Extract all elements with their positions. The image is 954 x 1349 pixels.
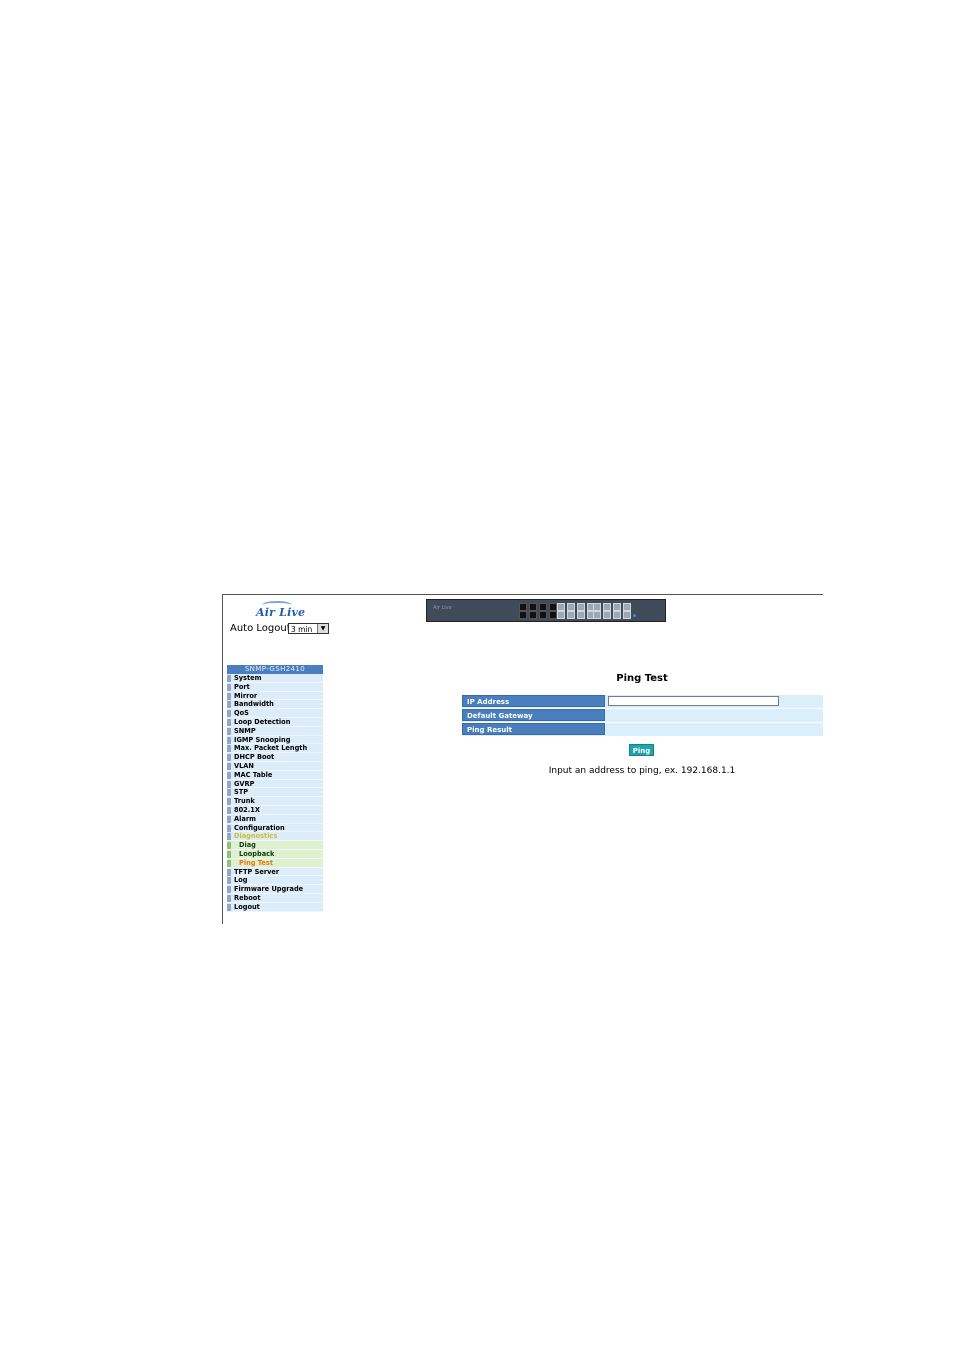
page-title: Ping Test [616,673,668,684]
port-icon[interactable] [567,611,575,619]
port-icon[interactable] [539,611,547,619]
port-icon[interactable] [613,611,621,619]
menu-item-stp[interactable]: STP [227,788,323,798]
switch-front-panel-image: Air Live [426,599,666,622]
menu-item-dhcp-boot[interactable]: DHCP Boot [227,753,323,762]
port-icon[interactable] [613,603,621,611]
device-brand-label: Air Live [433,605,452,611]
menu-item-gvrp[interactable]: GVRP [227,779,323,789]
menu-item-configuration[interactable]: Configuration [227,823,323,833]
ping-hint-text: Input an address to ping, ex. 192.168.1.… [548,766,736,776]
menu-item-snmp[interactable]: SNMP [227,726,323,736]
top-border [222,594,823,595]
port-icon[interactable] [567,603,575,611]
logo-swoosh-icon [262,601,292,609]
airlive-logo: Air Live [256,601,305,619]
menu-item-max-packet-length[interactable]: Max. Packet Length [227,744,323,754]
port-icon[interactable] [593,603,601,611]
menu-item-firmware-upgrade[interactable]: Firmware Upgrade [227,885,323,894]
port-icon[interactable] [519,603,527,611]
default-gateway-row: Default Gateway [462,709,823,723]
default-gateway-label: Default Gateway [462,709,605,721]
port-icon[interactable] [623,611,631,619]
menu-item-8021x[interactable]: 802.1X [227,805,323,815]
port-icon[interactable] [603,611,611,619]
port-icon[interactable] [577,611,585,619]
menu-item-trunk[interactable]: Trunk [227,797,323,806]
menu-item-tftp-server[interactable]: TFTP Server [227,867,323,877]
menu-item-igmp-snooping[interactable]: IGMP Snooping [227,735,323,745]
menu-subitem-loopback[interactable]: Loopback [227,849,323,859]
port-icon[interactable] [549,603,557,611]
port-icon[interactable] [593,611,601,619]
port-group-4 [557,611,595,626]
auto-logout-label: Auto Logout [230,623,291,634]
port-icon[interactable] [557,603,565,611]
ip-address-input[interactable] [608,696,779,706]
ip-address-row: IP Address [462,695,823,709]
left-border [222,594,223,924]
menu-item-log[interactable]: Log [227,876,323,886]
menu-item-reboot[interactable]: Reboot [227,893,323,903]
menu-item-alarm[interactable]: Alarm [227,814,323,824]
port-group-2 [519,611,557,626]
ip-address-label: IP Address [462,695,605,707]
menu-subitem-ping-test[interactable]: Ping Test [227,858,323,868]
port-icon[interactable] [623,603,631,611]
menu-item-logout[interactable]: Logout [227,902,323,912]
port-icon[interactable] [557,611,565,619]
port-icon[interactable] [519,611,527,619]
menu-item-diagnostics[interactable]: Diagnostics [227,832,323,842]
auto-logout-value: 3 min [291,625,313,634]
menu-item-qos[interactable]: QoS [227,709,323,718]
menu-subitem-diag[interactable]: Diag [227,841,323,850]
menu-item-bandwidth[interactable]: Bandwidth [227,700,323,710]
status-led-icon [633,614,636,617]
port-group-6 [593,611,631,626]
ping-form: IP Address Default Gateway Ping Result [462,695,823,737]
ping-result-label: Ping Result [462,723,605,735]
port-icon[interactable] [539,603,547,611]
port-icon[interactable] [529,611,537,619]
port-icon[interactable] [529,603,537,611]
port-icon[interactable] [603,603,611,611]
menu-item-mirror[interactable]: Mirror [227,691,323,701]
ping-button[interactable]: Ping [629,744,654,756]
menu-item-port[interactable]: Port [227,682,323,692]
menu-item-loop-detection[interactable]: Loop Detection [227,717,323,727]
port-icon[interactable] [549,611,557,619]
auto-logout-select[interactable]: 3 min ▼ [288,623,329,634]
web-ui-screenshot: Air Live Auto Logout 3 min ▼ Air Live SN… [222,594,823,924]
ping-result-row: Ping Result [462,723,823,737]
chevron-down-icon[interactable]: ▼ [317,624,328,633]
port-icon[interactable] [577,603,585,611]
sidebar-menu: SNMP-GSH2410 System Port Mirror Bandwidt… [227,665,323,912]
